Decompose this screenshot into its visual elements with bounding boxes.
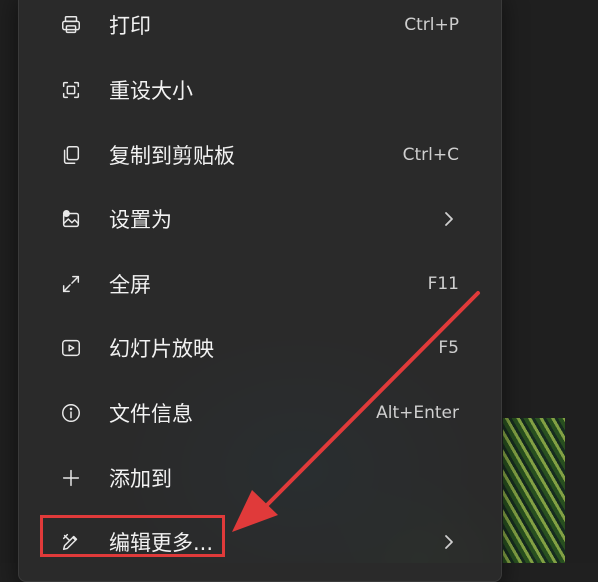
menu-item-set-as[interactable]: 设置为 [19,187,501,251]
info-icon [59,401,83,425]
fullscreen-icon [59,272,83,296]
menu-item-label: 添加到 [109,467,172,491]
shortcut-label: Ctrl+P [404,15,459,35]
menu-item-slideshow[interactable]: 幻灯片放映 F5 [19,316,501,380]
plus-icon [59,466,83,490]
menu-item-copy[interactable]: 复制到剪贴板 Ctrl+C [19,123,501,187]
shortcut-label: Alt+Enter [376,403,459,423]
chevron-right-icon [443,210,455,228]
menu-item-add-to[interactable]: 添加到 [19,446,501,510]
menu-item-label: 幻灯片放映 [109,337,214,361]
printer-icon [59,13,83,37]
set-as-icon [59,207,83,231]
menu-item-file-info[interactable]: 文件信息 Alt+Enter [19,381,501,445]
menu-item-print[interactable]: 打印 Ctrl+P [19,0,501,57]
shortcut-label: F5 [438,338,459,358]
photo-thumbnail [503,418,565,563]
menu-item-label: 复制到剪贴板 [109,144,235,168]
menu-item-label: 文件信息 [109,402,193,426]
context-menu: 打印 Ctrl+P 重设大小 复制到剪贴板 Ctrl+C 设置为 全屏 F11 [18,0,502,582]
menu-item-fullscreen[interactable]: 全屏 F11 [19,252,501,316]
shortcut-label: Ctrl+C [402,145,459,165]
menu-item-label: 打印 [109,14,151,38]
chevron-right-icon [443,533,455,551]
resize-icon [59,78,83,102]
menu-item-label: 设置为 [109,208,172,232]
menu-item-label: 全屏 [109,273,151,297]
slideshow-icon [59,336,83,360]
menu-item-label: 重设大小 [109,79,193,103]
shortcut-label: F11 [427,274,459,294]
copy-icon [59,143,83,167]
menu-item-resize[interactable]: 重设大小 [19,58,501,122]
highlight-box [40,515,225,557]
